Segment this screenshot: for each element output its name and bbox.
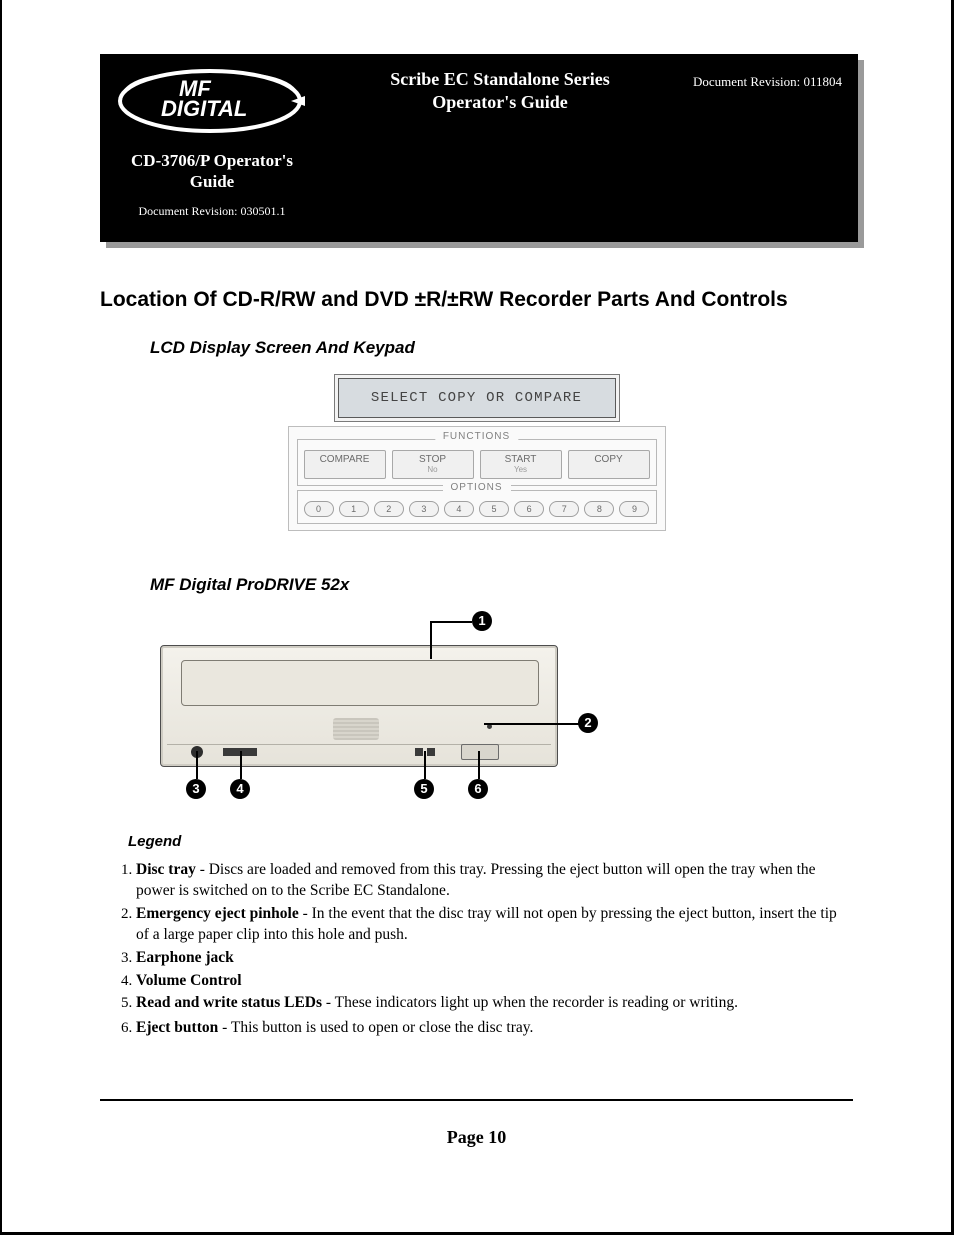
callout-6: 6 [468,779,488,799]
callout-1-line [430,621,472,623]
callout-4-line [240,751,242,779]
legend-heading: Legend [128,833,853,850]
legend-term: Emergency eject pinhole [136,905,299,922]
subsection-heading-drive: MF Digital ProDRIVE 52x [150,575,853,595]
mf-digital-logo-icon: MF DIGITAL [115,66,305,136]
callout-3-line [196,751,198,779]
callout-1-line [430,621,432,659]
option-key-5[interactable]: 5 [479,501,509,517]
legend-item-6: Eject button - This button is used to op… [136,1016,853,1039]
copy-button[interactable]: COPY [568,450,650,479]
subdoc-title-line2: Guide [190,172,234,191]
subdoc-title-line1: CD-3706/P Operator's [131,151,293,170]
option-key-8[interactable]: 8 [584,501,614,517]
functions-row: COMPARE STOP No START Yes COPY [304,450,650,479]
legend-desc: - This button is used to open or close t… [218,1019,533,1036]
keypad-device: SELECT COPY OR COMPARE FUNCTIONS COMPARE… [288,374,666,531]
legend-term: Read and write status LEDs [136,994,322,1011]
legend-item-1: Disc tray - Discs are loaded and removed… [136,860,853,902]
drive-label-icon [333,718,379,740]
logo-text-digital: DIGITAL [161,96,247,121]
legend-item-5: Read and write status LEDs - These indic… [136,993,853,1014]
eject-button [461,744,499,760]
legend-item-3: Earphone jack [136,948,853,969]
start-button-label: START [505,454,537,465]
option-key-4[interactable]: 4 [444,501,474,517]
footer-rule [100,1099,853,1101]
options-group: OPTIONS 0 1 2 3 4 5 6 7 8 9 [297,490,657,524]
subsection-heading-keypad: LCD Display Screen And Keypad [150,338,853,358]
functions-label: FUNCTIONS [435,431,518,442]
series-title-line1: Scribe EC Standalone Series [390,69,610,89]
drive-body [160,645,558,767]
subdoc-revision: Document Revision: 030501.1 [114,204,310,219]
stop-button-label: STOP [419,454,446,465]
callout-2: 2 [578,713,598,733]
page-content: MF DIGITAL Scribe EC Standalone Series O… [40,36,913,1148]
option-key-0[interactable]: 0 [304,501,334,517]
drive-stage: 1 2 3 4 5 6 [150,611,602,807]
stop-button-sublabel: No [395,466,471,474]
start-button[interactable]: START Yes [480,450,562,479]
option-key-7[interactable]: 7 [549,501,579,517]
legend-term: Volume Control [136,972,242,989]
disc-tray [181,660,539,706]
start-button-sublabel: Yes [483,466,559,474]
page-frame: MF DIGITAL Scribe EC Standalone Series O… [0,0,954,1235]
series-title: Scribe EC Standalone Series Operator's G… [335,68,665,115]
compare-button[interactable]: COMPARE [304,450,386,479]
options-row: 0 1 2 3 4 5 6 7 8 9 [304,501,650,517]
page-number: Page 10 [100,1127,853,1148]
option-key-1[interactable]: 1 [339,501,369,517]
brand-logo: MF DIGITAL [110,62,310,140]
options-label: OPTIONS [442,482,510,493]
option-key-2[interactable]: 2 [374,501,404,517]
legend-item-4: Volume Control [136,971,853,992]
keypad-figure: SELECT COPY OR COMPARE FUNCTIONS COMPARE… [100,374,853,531]
drive-figure: 1 2 3 4 5 6 [150,611,853,807]
legend-item-2: Emergency eject pinhole - In the event t… [136,904,853,946]
callout-5-line [424,751,426,779]
legend-desc: - These indicators light up when the rec… [322,994,738,1011]
callout-5: 5 [414,779,434,799]
option-key-3[interactable]: 3 [409,501,439,517]
legend-list: Disc tray - Discs are loaded and removed… [100,860,853,1039]
option-key-6[interactable]: 6 [514,501,544,517]
header-block: MF DIGITAL Scribe EC Standalone Series O… [100,54,853,242]
callout-1: 1 [472,611,492,631]
callout-2-line [484,723,580,725]
option-key-9[interactable]: 9 [619,501,649,517]
doc-revision-right: Document Revision: 011804 [693,74,842,90]
lcd-bezel: SELECT COPY OR COMPARE [334,374,620,422]
functions-group: FUNCTIONS COMPARE STOP No START [297,439,657,486]
callout-3: 3 [186,779,206,799]
stop-button[interactable]: STOP No [392,450,474,479]
section-heading: Location Of CD-R/RW and DVD ±R/±RW Recor… [100,288,853,312]
copy-button-label: COPY [594,454,622,465]
legend-term: Disc tray [136,861,196,878]
series-title-line2: Operator's Guide [432,92,568,112]
compare-button-label: COMPARE [320,454,370,465]
legend-term: Earphone jack [136,949,234,966]
keypad-panel: FUNCTIONS COMPARE STOP No START [288,426,666,531]
legend-desc: - Discs are loaded and removed from this… [136,861,816,899]
callout-6-line [478,751,480,779]
header-bar: MF DIGITAL Scribe EC Standalone Series O… [100,54,858,242]
subdoc-title: CD-3706/P Operator's Guide [114,150,310,193]
callout-4: 4 [230,779,250,799]
lcd-screen: SELECT COPY OR COMPARE [338,378,616,418]
legend-term: Eject button [136,1019,218,1036]
